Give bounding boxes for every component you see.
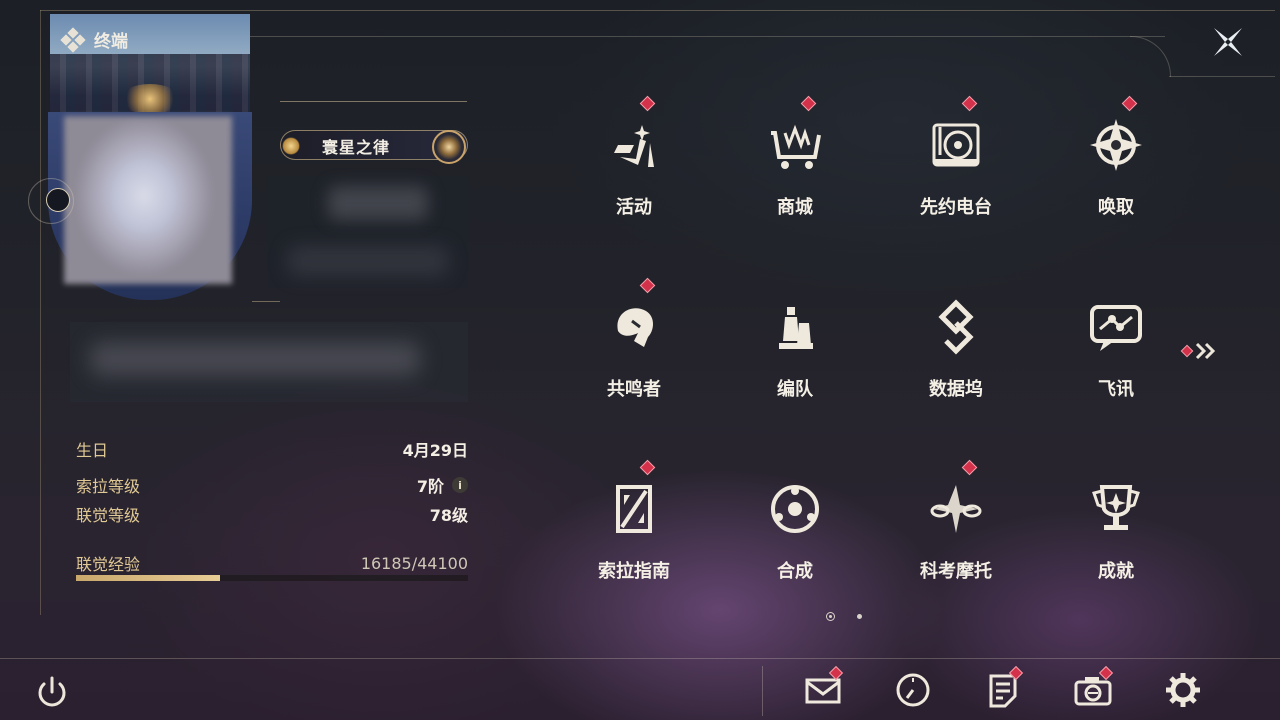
- menu-item-label: 活动: [616, 197, 652, 218]
- radio-icon: [932, 123, 980, 167]
- info-value: 7阶 i: [417, 473, 468, 497]
- menu-item-label: 共鸣者: [607, 379, 661, 400]
- exp-progress-fill: [76, 575, 220, 581]
- notes-button[interactable]: [983, 665, 1024, 710]
- notification-badge: [639, 277, 656, 294]
- close-icon: [1214, 28, 1242, 56]
- mail-button[interactable]: [803, 665, 844, 710]
- trophy-icon: [1092, 485, 1140, 530]
- bottom-bar-divider: [0, 658, 1280, 659]
- chevron-double-right-icon: [1180, 342, 1216, 360]
- notification-badge: [639, 95, 656, 112]
- notification-badge: [800, 95, 817, 112]
- info-value: 78级: [429, 506, 468, 525]
- menu-item-data-bank[interactable]: 数据坞: [876, 277, 1036, 437]
- info-icon[interactable]: i: [452, 477, 468, 493]
- info-value: 4月29日: [402, 441, 468, 460]
- exp-progress-bar: [76, 575, 468, 581]
- notification-badge: [961, 95, 978, 112]
- info-row-union-exp: 联觉经验 16185/44100: [76, 551, 468, 575]
- page-dot-active[interactable]: [826, 612, 835, 621]
- terminal-header: 终端: [60, 26, 128, 53]
- frame-curve: [1130, 36, 1171, 77]
- menu-item-summon[interactable]: 唤取: [1036, 95, 1196, 255]
- menu-item-activity[interactable]: 活动: [554, 95, 714, 255]
- power-button[interactable]: [32, 672, 72, 712]
- menu-item-label: 科考摩托: [920, 561, 992, 582]
- menu-item-label: 飞讯: [1098, 379, 1134, 400]
- divider-line: [280, 101, 467, 102]
- data-bank-icon: [938, 299, 974, 355]
- guide-book-icon: [616, 485, 652, 533]
- menu-item-label: 索拉指南: [598, 561, 670, 582]
- settings-button[interactable]: [1163, 670, 1203, 710]
- resonator-icon: [617, 308, 653, 347]
- terminal-diamond-icon: [60, 26, 86, 53]
- motorcycle-icon: [930, 485, 982, 533]
- player-name-blurred: [268, 176, 468, 288]
- info-label: 联觉经验: [76, 555, 141, 574]
- signature-blurred[interactable]: [70, 322, 468, 402]
- frame-inner-line: [245, 36, 1165, 37]
- menu-item-trophy[interactable]: 成就: [1036, 459, 1196, 619]
- info-label: 生日: [76, 441, 109, 460]
- exp-value: 16185/44100: [360, 553, 468, 573]
- divider-line: [252, 301, 280, 302]
- menu-item-shop-cart[interactable]: 商城: [715, 95, 875, 255]
- menu-item-resonator[interactable]: 共鸣者: [554, 277, 714, 437]
- info-row-union-level: 联觉等级 78级: [76, 502, 468, 526]
- menu-item-label: 成就: [1098, 561, 1134, 582]
- notification-badge: [639, 459, 656, 476]
- menu-item-label: 唤取: [1098, 197, 1134, 218]
- avatar-edit-icon[interactable]: [46, 188, 70, 212]
- frame-right-line: [1169, 76, 1275, 77]
- message-icon: [1090, 305, 1142, 351]
- gear-icon: [1166, 673, 1200, 707]
- page-dot[interactable]: [857, 614, 862, 619]
- menu-item-synthesis[interactable]: 合成: [715, 459, 875, 619]
- power-icon: [38, 676, 66, 707]
- clock-icon: [896, 673, 930, 707]
- summon-icon: [1090, 119, 1142, 171]
- menu-item-message[interactable]: 飞讯: [1036, 277, 1196, 437]
- info-label: 索拉等级: [76, 477, 141, 496]
- info-row-sola-level: 索拉等级 7阶 i: [76, 473, 468, 497]
- menu-item-label: 编队: [777, 379, 813, 400]
- info-label: 联觉等级: [76, 506, 141, 525]
- frame-top-line: [40, 10, 1275, 11]
- close-button[interactable]: [1208, 22, 1248, 62]
- title-badge-ring-icon: [432, 130, 466, 164]
- menu-item-motorcycle[interactable]: 科考摩托: [876, 459, 1036, 619]
- menu-item-label: 合成: [777, 561, 813, 582]
- menu-item-label: 先约电台: [920, 197, 992, 218]
- shop-cart-icon: [771, 124, 821, 169]
- info-row-birthday: 生日 4月29日: [76, 437, 468, 461]
- avatar-image-blurred: [64, 116, 232, 284]
- frame-left-line: [40, 10, 41, 615]
- title-badge-label: 寰星之律: [322, 138, 391, 157]
- next-page-button[interactable]: [1180, 340, 1220, 362]
- activity-icon: [614, 125, 654, 167]
- menu-item-radio[interactable]: 先约电台: [876, 95, 1036, 255]
- menu-item-label: 商城: [777, 197, 813, 218]
- menu-item-label: 数据坞: [929, 379, 983, 400]
- menu-item-guide-book[interactable]: 索拉指南: [554, 459, 714, 619]
- bottom-bar-separator: [762, 666, 763, 716]
- clock-button[interactable]: [893, 670, 933, 710]
- title-badge-emblem-icon: [282, 137, 300, 155]
- page-title: 终端: [94, 32, 128, 51]
- page-indicator: [826, 612, 862, 621]
- synthesis-icon: [771, 485, 819, 533]
- camera-button[interactable]: [1073, 665, 1114, 710]
- notification-badge: [961, 459, 978, 476]
- notification-badge: [1121, 95, 1138, 112]
- menu-item-chess-team[interactable]: 编队: [715, 277, 875, 437]
- chess-team-icon: [779, 307, 813, 349]
